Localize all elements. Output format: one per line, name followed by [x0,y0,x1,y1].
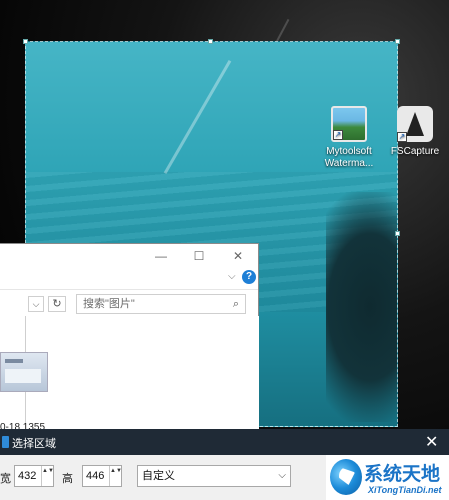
desktop-icon-label-line2: Waterma... [324,158,374,169]
dialog-close-button[interactable]: ✕ [425,432,438,452]
sun-ray [163,59,232,175]
help-icon[interactable]: ? [242,270,256,284]
site-logo-watermark: 系统天地 XiTongTianDi.net [326,455,449,500]
height-spin-arrows[interactable]: ▲▼ [109,466,122,486]
selection-handle-top-left[interactable] [23,39,28,44]
region-dialog-titlebar: 选择区域 ✕ [0,429,449,455]
desktop-icon-label: FSCapture [390,146,440,157]
selection-handle-middle-right[interactable] [395,231,400,236]
height-label: 高 [62,473,73,485]
width-spinner[interactable]: 432 ▲▼ [14,465,54,487]
shortcut-arrow-icon: ↗ [397,132,407,142]
search-input[interactable]: 搜索"图片" ⌕ [76,294,246,314]
fscapture-icon: ↗ [397,106,433,142]
width-label: 宽 [0,473,11,485]
selection-handle-top-middle[interactable] [208,39,213,44]
height-value[interactable]: 446 [86,470,104,482]
desktop-icon-label-line1: Mytoolsoft [326,146,372,157]
swimmer-silhouette [326,192,397,422]
close-button[interactable]: ✕ [228,248,248,264]
mytoolsoft-icon: ↗ [331,106,367,142]
refresh-button[interactable]: ↻ [48,296,66,312]
search-icon[interactable]: ⌕ [233,295,239,313]
chevron-down-icon: ⌵ [278,470,286,481]
explorer-content: 0-18 1355 [0,316,259,434]
height-spinner[interactable]: 446 ▲▼ [82,465,122,487]
file-thumbnail[interactable] [0,352,48,392]
explorer-titlebar: — ☐ ✕ [0,244,258,268]
dialog-title: 选择区域 [12,438,56,450]
file-explorer-window: — ☐ ✕ ⌵ ? ⌵ ↻ 搜索"图片" ⌕ 0-18 1355 [0,243,259,434]
minimize-button[interactable]: — [151,248,171,264]
logo-brand-url: XiTongTianDi.net [368,485,442,495]
logo-swirl-icon [330,459,362,495]
selection-handle-top-right[interactable] [395,39,400,44]
logo-brand-text: 系统天地 [364,463,441,485]
ribbon-expand-icon[interactable]: ⌵ [228,271,236,282]
size-preset-select[interactable]: 自定义 ⌵ [137,465,291,487]
address-dropdown-button[interactable]: ⌵ [28,296,44,312]
desktop-icon-mytoolsoft[interactable]: ↗ Mytoolsoft Waterma... [317,106,381,170]
ribbon-row: ⌵ ? [0,268,258,290]
maximize-button[interactable]: ☐ [189,248,209,264]
app-icon [2,436,9,448]
search-placeholder: 搜索"图片" [83,298,135,310]
width-value[interactable]: 432 [18,470,36,482]
desktop-icon-fscapture[interactable]: ↗ FSCapture [383,106,447,158]
address-row: ⌵ ↻ 搜索"图片" ⌕ [0,290,258,316]
width-spin-arrows[interactable]: ▲▼ [41,466,54,486]
size-preset-value: 自定义 [142,470,175,482]
shortcut-arrow-icon: ↗ [333,130,343,140]
